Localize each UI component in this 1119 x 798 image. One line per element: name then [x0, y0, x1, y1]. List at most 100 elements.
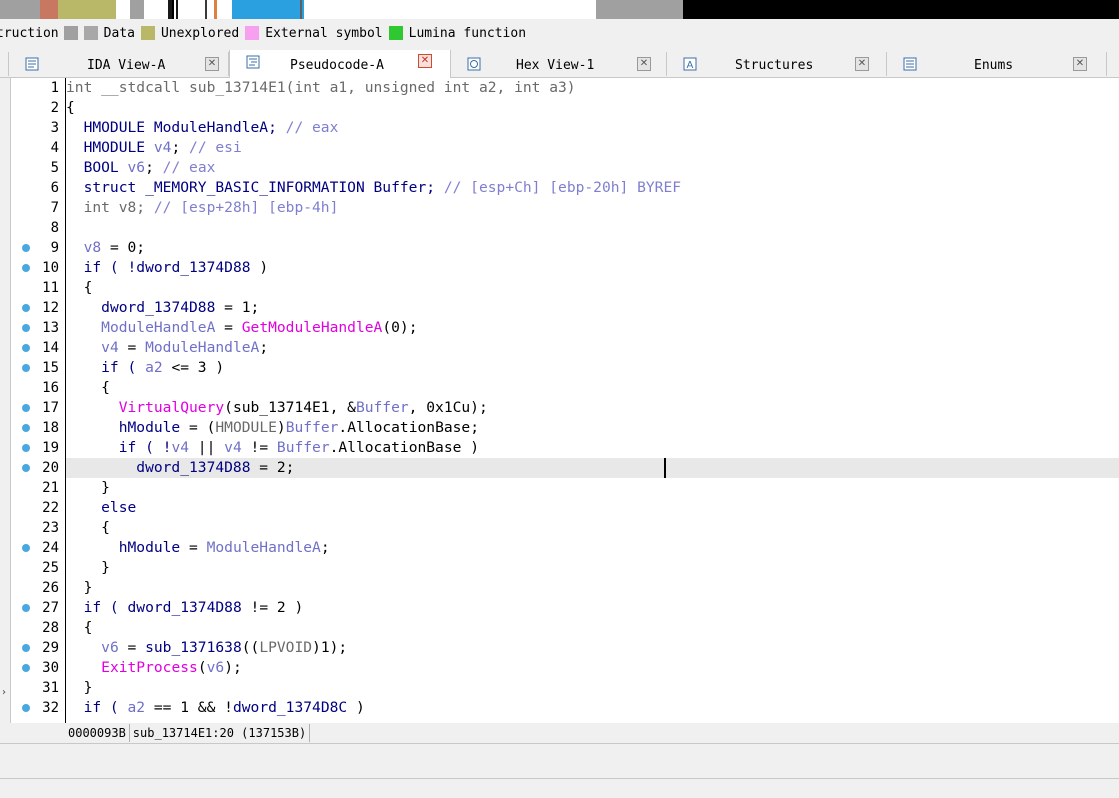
breakpoint-dot-icon[interactable] [22, 364, 30, 372]
code-line[interactable]: int v8; // [esp+28h] [ebp-4h] [66, 198, 1119, 218]
code-token[interactable]: // eax [163, 159, 216, 176]
code-token[interactable]: } [66, 579, 93, 596]
code-token[interactable]: dword_1374D88 [66, 459, 250, 476]
code-token[interactable]: dword_1374D88 [128, 599, 242, 616]
code-line[interactable]: ModuleHandleA = GetModuleHandleA(0); [66, 318, 1119, 338]
code-line[interactable]: } [66, 558, 1119, 578]
code-token[interactable]: Buffer [286, 419, 339, 436]
code-token[interactable]: ModuleHandleA [101, 319, 215, 336]
breakpoint-dot-icon[interactable] [22, 324, 30, 332]
code-token[interactable]: dword_1374D88 [101, 299, 215, 316]
nav-segment[interactable] [58, 0, 116, 19]
code-token[interactable]: HMODULE [215, 419, 277, 436]
close-tab-icon[interactable]: ✕ [205, 57, 219, 71]
code-token[interactable]: GetModuleHandleA [242, 319, 383, 336]
breakpoint-dot-icon[interactable] [22, 604, 30, 612]
code-token[interactable]: sub_1371638 [145, 639, 242, 656]
breakpoint-dot-icon[interactable] [22, 424, 30, 432]
code-token[interactable]: ; [259, 339, 268, 356]
code-token[interactable]: dword_1374D88 [136, 259, 250, 276]
code-token[interactable]: int v8; [66, 199, 154, 216]
close-tab-icon[interactable]: ✕ [855, 57, 869, 71]
code-token[interactable]: v4 [101, 339, 119, 356]
code-line[interactable]: hModule = (HMODULE)Buffer.AllocationBase… [66, 418, 1119, 438]
code-token[interactable]: ) [277, 419, 286, 436]
code-line[interactable]: } [66, 478, 1119, 498]
code-token[interactable]: { [66, 99, 75, 116]
line-number[interactable]: 22 [11, 498, 59, 518]
code-token[interactable]: HMODULE ModuleHandleA; [66, 119, 286, 136]
close-tab-icon[interactable]: ✕ [1073, 57, 1087, 71]
tab-enums[interactable]: Enums ✕ [887, 52, 1107, 76]
code-token[interactable]: = ( [180, 419, 215, 436]
code-token[interactable]: else [66, 499, 136, 516]
code-line[interactable]: if ( !v4 || v4 != Buffer.AllocationBase … [66, 438, 1119, 458]
code-line[interactable]: struct _MEMORY_BASIC_INFORMATION Buffer;… [66, 178, 1119, 198]
code-token[interactable] [66, 639, 101, 656]
code-token[interactable]: // esi [189, 139, 242, 156]
line-number[interactable]: 3 [11, 118, 59, 138]
code-text[interactable]: hModule = (HMODULE)Buffer.AllocationBase… [66, 418, 479, 438]
nav-segment[interactable] [596, 0, 686, 19]
code-token[interactable]: if ( [66, 699, 128, 716]
code-text[interactable]: if ( a2 <= 3 ) [66, 358, 224, 378]
code-line[interactable]: if ( a2 <= 3 ) [66, 358, 1119, 378]
line-number[interactable]: 25 [11, 558, 59, 578]
code-text[interactable]: v8 = 0; [66, 238, 146, 258]
code-token[interactable]: a2 [128, 699, 146, 716]
line-number[interactable]: 29 [11, 638, 59, 658]
code-token[interactable]: v4 [224, 439, 242, 456]
code-token[interactable]: VirtualQuery [119, 399, 224, 416]
breakpoint-dot-icon[interactable] [22, 344, 30, 352]
code-token[interactable]: struct _MEMORY_BASIC_INFORMATION Buffer; [66, 179, 444, 196]
code-token[interactable]: ; [171, 139, 189, 156]
code-token[interactable]: } [66, 559, 110, 576]
line-number[interactable]: 27 [11, 598, 59, 618]
code-token[interactable]: ) [347, 699, 365, 716]
code-text[interactable]: if ( a2 == 1 && !dword_1374D8C ) [66, 698, 365, 718]
code-token[interactable]: (0); [382, 319, 417, 336]
line-number[interactable]: 15 [11, 358, 59, 378]
code-token[interactable]: ( [198, 659, 207, 676]
breakpoint-dot-icon[interactable] [22, 404, 30, 412]
code-token[interactable]: a2 [145, 359, 163, 376]
breakpoint-dot-icon[interactable] [22, 664, 30, 672]
line-number[interactable]: 9 [11, 238, 59, 258]
code-line[interactable]: { [66, 278, 1119, 298]
code-token[interactable]: == 1 && ! [145, 699, 233, 716]
code-line[interactable]: v4 = ModuleHandleA; [66, 338, 1119, 358]
code-line[interactable]: HMODULE ModuleHandleA; // eax [66, 118, 1119, 138]
code-token[interactable]: ModuleHandleA [145, 339, 259, 356]
code-text[interactable]: { [66, 518, 110, 538]
line-number[interactable]: 8 [11, 218, 59, 238]
code-line[interactable]: else [66, 498, 1119, 518]
code-token[interactable]: v6 [128, 159, 146, 176]
line-number[interactable]: 11 [11, 278, 59, 298]
code-line[interactable]: { [66, 518, 1119, 538]
close-tab-icon[interactable]: ✕ [637, 57, 651, 71]
pseudocode-panel[interactable]: 1 2 3 4 5 6 7 8 9 10 11 12 13 14 15 16 17 18 19 20 21 22 23 24 2… [10, 78, 1119, 723]
code-line[interactable] [66, 218, 1119, 238]
code-text[interactable]: { [66, 278, 93, 298]
breakpoint-dot-icon[interactable] [22, 464, 30, 472]
code-token[interactable]: // [esp+28h] [ebp-4h] [154, 199, 339, 216]
code-text[interactable]: } [66, 558, 110, 578]
code-text[interactable]: HMODULE ModuleHandleA; // eax [66, 118, 339, 138]
code-token[interactable]: <= 3 ) [163, 359, 224, 376]
line-number[interactable]: 23 [11, 518, 59, 538]
tab-structures[interactable]: A Structures ✕ [667, 52, 887, 76]
code-token[interactable]: .AllocationBase; [338, 419, 479, 436]
code-text[interactable]: dword_1374D88 = 1; [66, 298, 259, 318]
code-token[interactable]: } [66, 479, 110, 496]
code-token[interactable]: v6 [101, 639, 119, 656]
code-area[interactable]: int __stdcall sub_13714E1(int a1, unsign… [66, 78, 1119, 723]
code-token[interactable]: v4 [154, 139, 172, 156]
nav-segment[interactable] [683, 0, 1119, 19]
code-token[interactable]: v8 [84, 239, 102, 256]
line-number[interactable]: 1 [11, 78, 59, 98]
nav-segment[interactable] [232, 0, 304, 19]
code-token[interactable]: .AllocationBase ) [330, 439, 479, 456]
code-text[interactable]: if ( !dword_1374D88 ) [66, 258, 269, 278]
tab-hex-view-1[interactable]: Hex View-1 ✕ [451, 52, 667, 76]
line-number[interactable]: 24 [11, 538, 59, 558]
